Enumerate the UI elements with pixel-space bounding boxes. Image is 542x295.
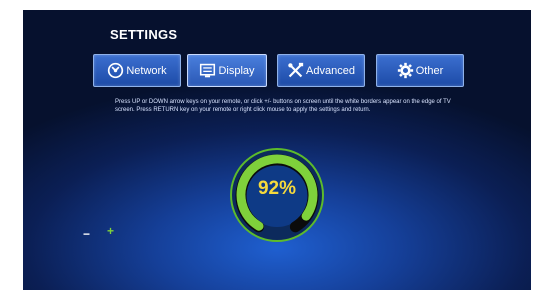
gear-icon (397, 62, 414, 79)
tab-display[interactable]: Display (187, 54, 267, 87)
increase-button[interactable]: + (107, 224, 114, 238)
page-title: SETTINGS (110, 27, 178, 42)
overscan-dial[interactable]: 92% (227, 145, 327, 245)
wrench-screwdriver-icon (287, 62, 304, 79)
tab-network[interactable]: Network (93, 54, 181, 87)
help-text: Press UP or DOWN arrow keys on your remo… (115, 99, 451, 113)
tab-other[interactable]: Other (376, 54, 464, 87)
tab-other-label: Other (415, 64, 444, 77)
network-icon (107, 62, 124, 79)
settings-screen: SETTINGS Network Display Advanced Other (23, 10, 531, 290)
decrease-button[interactable]: − (83, 227, 90, 241)
tab-advanced-label: Advanced (306, 64, 355, 77)
tab-network-label: Network (126, 64, 167, 77)
display-icon (199, 62, 216, 79)
tab-display-label: Display (218, 64, 255, 77)
tab-advanced[interactable]: Advanced (277, 54, 365, 87)
dial-value: 92% (257, 178, 297, 199)
